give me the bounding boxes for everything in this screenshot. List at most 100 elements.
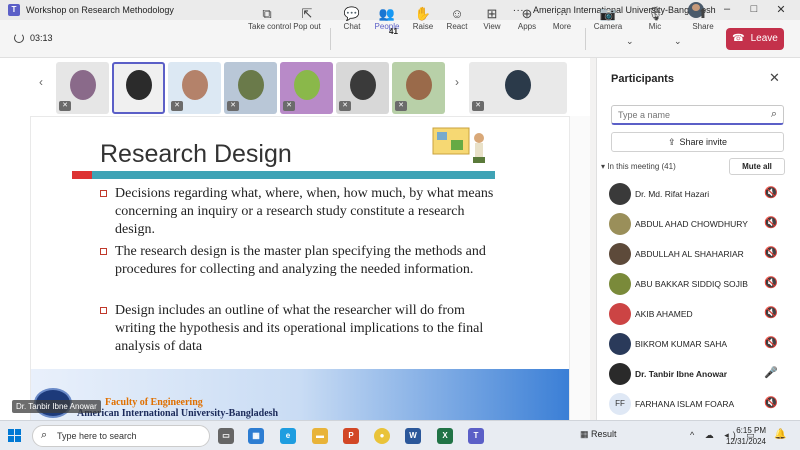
news-widget[interactable]: ▦ Result	[580, 429, 617, 440]
mic-muted-icon: ✕	[283, 101, 295, 111]
participant-row[interactable]: Dr. Tanbir Ibne Anowar 🎤	[609, 362, 789, 386]
participant-row[interactable]: AKIB AHAMED 🔇	[609, 302, 789, 326]
mic-muted-icon: ✕	[227, 101, 239, 111]
mic-muted-icon[interactable]: 🔇	[764, 276, 778, 289]
participant-name: ABU BAKKAR SIDDIQ SOJIB	[635, 279, 748, 289]
word-icon[interactable]: W	[405, 428, 421, 444]
excel-icon[interactable]: X	[437, 428, 453, 444]
mic-muted-icon[interactable]: 🔇	[764, 336, 778, 349]
video-thumbnail[interactable]: ✕	[469, 62, 567, 114]
taskbar-clock[interactable]: 6:15 PM 12/31/2024	[724, 425, 766, 447]
camera-button[interactable]: 📷 Camera	[593, 6, 623, 31]
bullet-square-icon	[100, 307, 107, 314]
in-meeting-section-toggle[interactable]: ▾ In this meeting (41)	[601, 162, 676, 171]
participant-avatar	[609, 273, 631, 295]
mic-muted-icon[interactable]: 🔇	[764, 306, 778, 319]
mic-muted-icon[interactable]: 🔇	[764, 246, 778, 259]
video-thumbnail[interactable]: ✕	[336, 62, 389, 114]
participant-video	[406, 70, 432, 100]
participant-row[interactable]: FF FARHANA ISLAM FOARA 🔇	[609, 392, 789, 416]
participant-row[interactable]: ABDULLAH AL SHAHARIAR 🔇	[609, 242, 789, 266]
react-icon: ☺	[450, 6, 464, 21]
bullet-square-icon	[100, 248, 107, 255]
mic-options-chevron-icon[interactable]: ⌄	[674, 36, 682, 47]
teams-taskbar-icon[interactable]: T	[468, 428, 484, 444]
window-title: Workshop on Research Methodology	[26, 5, 174, 15]
mic-muted-icon[interactable]: 🔇	[764, 396, 778, 409]
notification-icon[interactable]: 🔔	[774, 429, 786, 440]
people-icon: 👥	[378, 6, 396, 21]
camera-options-chevron-icon[interactable]: ⌄	[626, 36, 634, 47]
view-icon: ⊞	[486, 6, 498, 21]
video-thumbnail[interactable]: ✕	[392, 62, 445, 114]
leave-button[interactable]: ☎ Leave	[726, 28, 784, 50]
slide-title-bar	[72, 171, 495, 179]
mic-muted-icon: ✕	[59, 101, 71, 111]
participant-row[interactable]: ABDUL AHAD CHOWDHURY 🔇	[609, 212, 789, 236]
raise-hand-button[interactable]: ✋ Raise	[410, 6, 436, 31]
minimize-button[interactable]: –	[717, 3, 737, 15]
search-icon: ⌕	[41, 429, 48, 441]
mic-icon[interactable]: 🎤	[764, 366, 778, 379]
mic-button[interactable]: 🎙 Mic	[642, 6, 668, 31]
toolbar-divider	[585, 28, 586, 50]
close-panel-icon[interactable]: ✕	[769, 70, 780, 86]
video-thumbnail[interactable]: ✕	[56, 62, 109, 114]
participant-row[interactable]: Dr. Md. Rifat Hazari 🔇	[609, 182, 789, 206]
phone-hangup-icon: ☎	[732, 33, 745, 44]
participant-video	[126, 70, 152, 100]
chat-button[interactable]: 💬 Chat	[339, 6, 365, 31]
video-thumbnail[interactable]: ✕	[280, 62, 333, 114]
apps-icon: ⊕	[521, 6, 533, 21]
mic-muted-icon: ✕	[339, 101, 351, 111]
apps-button[interactable]: ⊕ Apps	[514, 6, 540, 31]
share-button[interactable]: ⬆ Share	[690, 6, 716, 31]
more-icon: ···	[555, 6, 569, 21]
video-thumbnail[interactable]	[112, 62, 165, 114]
chrome-icon[interactable]: ●	[374, 428, 390, 444]
share-invite-icon: ⇪	[667, 137, 676, 147]
panel-title: Participants	[611, 73, 674, 85]
participant-name: BIKROM KUMAR SAHA	[635, 339, 728, 349]
slide-footer-faculty: Faculty of Engineering	[105, 397, 203, 408]
file-explorer-icon[interactable]: ▬	[312, 428, 328, 444]
store-icon[interactable]: ▦	[248, 428, 264, 444]
task-view-icon[interactable]: ▭	[218, 428, 234, 444]
react-button[interactable]: ☺ React	[444, 6, 470, 31]
share-invite-button[interactable]: ⇪ Share invite	[611, 132, 784, 152]
shield-icon	[14, 33, 24, 43]
search-icon[interactable]: ⌕	[771, 108, 777, 121]
more-button[interactable]: ··· More	[549, 6, 575, 31]
view-button[interactable]: ⊞ View	[479, 6, 505, 31]
mic-muted-icon: ✕	[395, 101, 407, 111]
participant-avatar	[609, 363, 631, 385]
stage-scrollbar[interactable]	[570, 116, 590, 420]
edge-browser-icon[interactable]: e	[280, 428, 296, 444]
mic-muted-icon: ✕	[472, 101, 484, 111]
participant-name: Dr. Tanbir Ibne Anowar	[635, 369, 728, 379]
participant-video	[238, 70, 264, 100]
taskbar-search[interactable]: ⌕ Type here to search	[32, 425, 210, 447]
close-window-button[interactable]: ✕	[771, 3, 791, 16]
video-thumbnail[interactable]: ✕	[224, 62, 277, 114]
participant-search-input[interactable]	[618, 107, 758, 123]
participant-row[interactable]: BIKROM KUMAR SAHA 🔇	[609, 332, 789, 356]
bullet-square-icon	[100, 190, 107, 197]
participant-row[interactable]: ABU BAKKAR SIDDIQ SOJIB 🔇	[609, 272, 789, 296]
raise-hand-icon: ✋	[414, 6, 432, 21]
mic-muted-icon[interactable]: 🔇	[764, 186, 778, 199]
participant-video	[294, 70, 320, 100]
take-control-button[interactable]: ⧉ Take control	[248, 6, 291, 31]
mic-muted-icon[interactable]: 🔇	[764, 216, 778, 229]
mic-off-icon: 🎙	[646, 6, 664, 21]
windows-start-icon[interactable]	[8, 429, 22, 443]
participant-video	[350, 70, 376, 100]
participant-avatar	[609, 243, 631, 265]
pop-out-button[interactable]: ⇱ Pop out	[292, 6, 322, 31]
powerpoint-icon[interactable]: P	[343, 428, 359, 444]
mute-all-button[interactable]: Mute all	[729, 158, 785, 175]
video-thumbnail[interactable]: ✕	[168, 62, 221, 114]
maximize-button[interactable]: □	[744, 3, 764, 15]
share-icon: ⬆	[697, 6, 709, 21]
participant-name: ABDUL AHAD CHOWDHURY	[635, 219, 748, 229]
